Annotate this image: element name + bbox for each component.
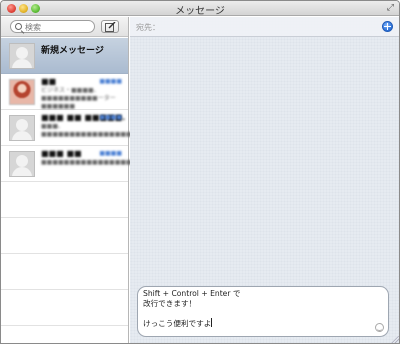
conversation-time: ■■■■ — [99, 78, 122, 85]
conversation-item[interactable]: ■■■ ■■ ■■■■■... ■■■■ ■■■、■■■■■■■■■■■■■■■… — [1, 110, 189, 146]
conversation-list: 新規メッセージ ■■ ■■■■ ビジネス・■■■■、■■■■■■■■■■ーター■… — [1, 38, 189, 326]
sidebar-toolbar — [1, 17, 128, 37]
avatar — [9, 151, 35, 177]
conversation-preview: ■■■■■■■■■■■■■■■■■■■■■■ — [41, 159, 166, 166]
text-caret — [211, 317, 213, 327]
resize-grip-icon[interactable] — [391, 336, 399, 343]
conversation-item-new-message[interactable]: 新規メッセージ — [1, 38, 128, 74]
message-text: Shift + Control + Enter で 改行できます！ けっこう便利… — [143, 289, 241, 328]
recipient-input[interactable] — [158, 21, 358, 33]
emoji-icon[interactable] — [375, 323, 384, 332]
conversation-preview: ビジネス・■■■■、■■■■■■■■■■ーター■■■■■■ — [41, 87, 116, 110]
recipient-bar: 宛先： — [130, 17, 399, 37]
conversation-sidebar: 新規メッセージ ■■ ■■■■ ビジネス・■■■■、■■■■■■■■■■ーター■… — [1, 17, 189, 343]
search-icon — [15, 23, 22, 30]
conversation-time: ■■■■ — [99, 114, 122, 121]
avatar — [9, 115, 35, 141]
message-input[interactable]: Shift + Control + Enter で 改行できます！ けっこう便利… — [143, 289, 373, 328]
conversation-preview: ■■■、■■■■■■■■■■■■■■■■■■■■■■■■■■ — [41, 123, 189, 138]
conversation-item[interactable]: ■■■ ■■ ■■■■ ■■■■■■■■■■■■■■■■■■■■■■ — [1, 146, 166, 182]
fullscreen-icon[interactable]: ⤢ — [387, 3, 394, 13]
search-field[interactable] — [10, 20, 95, 33]
title-bar: メッセージ ⤢ — [1, 1, 399, 17]
new-message-button[interactable] — [101, 20, 119, 33]
empty-list-row — [1, 218, 128, 254]
conversation-time: ■■■■ — [99, 150, 122, 157]
avatar — [9, 79, 35, 105]
window-title: メッセージ — [175, 6, 225, 17]
add-contact-icon[interactable] — [382, 21, 393, 32]
empty-list-row — [1, 254, 128, 290]
message-pane: 宛先： Shift + Control + Enter で 改行できます！ けっ… — [130, 17, 399, 343]
conversation-item[interactable]: ■■ ■■■■ ビジネス・■■■■、■■■■■■■■■■ーター■■■■■■ — [1, 74, 128, 110]
empty-list-row — [1, 290, 128, 326]
conversation-name: 新規メッセージ — [41, 46, 104, 56]
messages-window: メッセージ ⤢ 新規メッセージ — [0, 0, 400, 344]
empty-list-row — [1, 182, 128, 218]
message-composer[interactable]: Shift + Control + Enter で 改行できます！ けっこう便利… — [137, 286, 389, 337]
compose-icon — [105, 22, 116, 32]
avatar — [9, 43, 35, 69]
recipient-label: 宛先： — [136, 23, 160, 32]
search-input[interactable] — [25, 22, 91, 32]
